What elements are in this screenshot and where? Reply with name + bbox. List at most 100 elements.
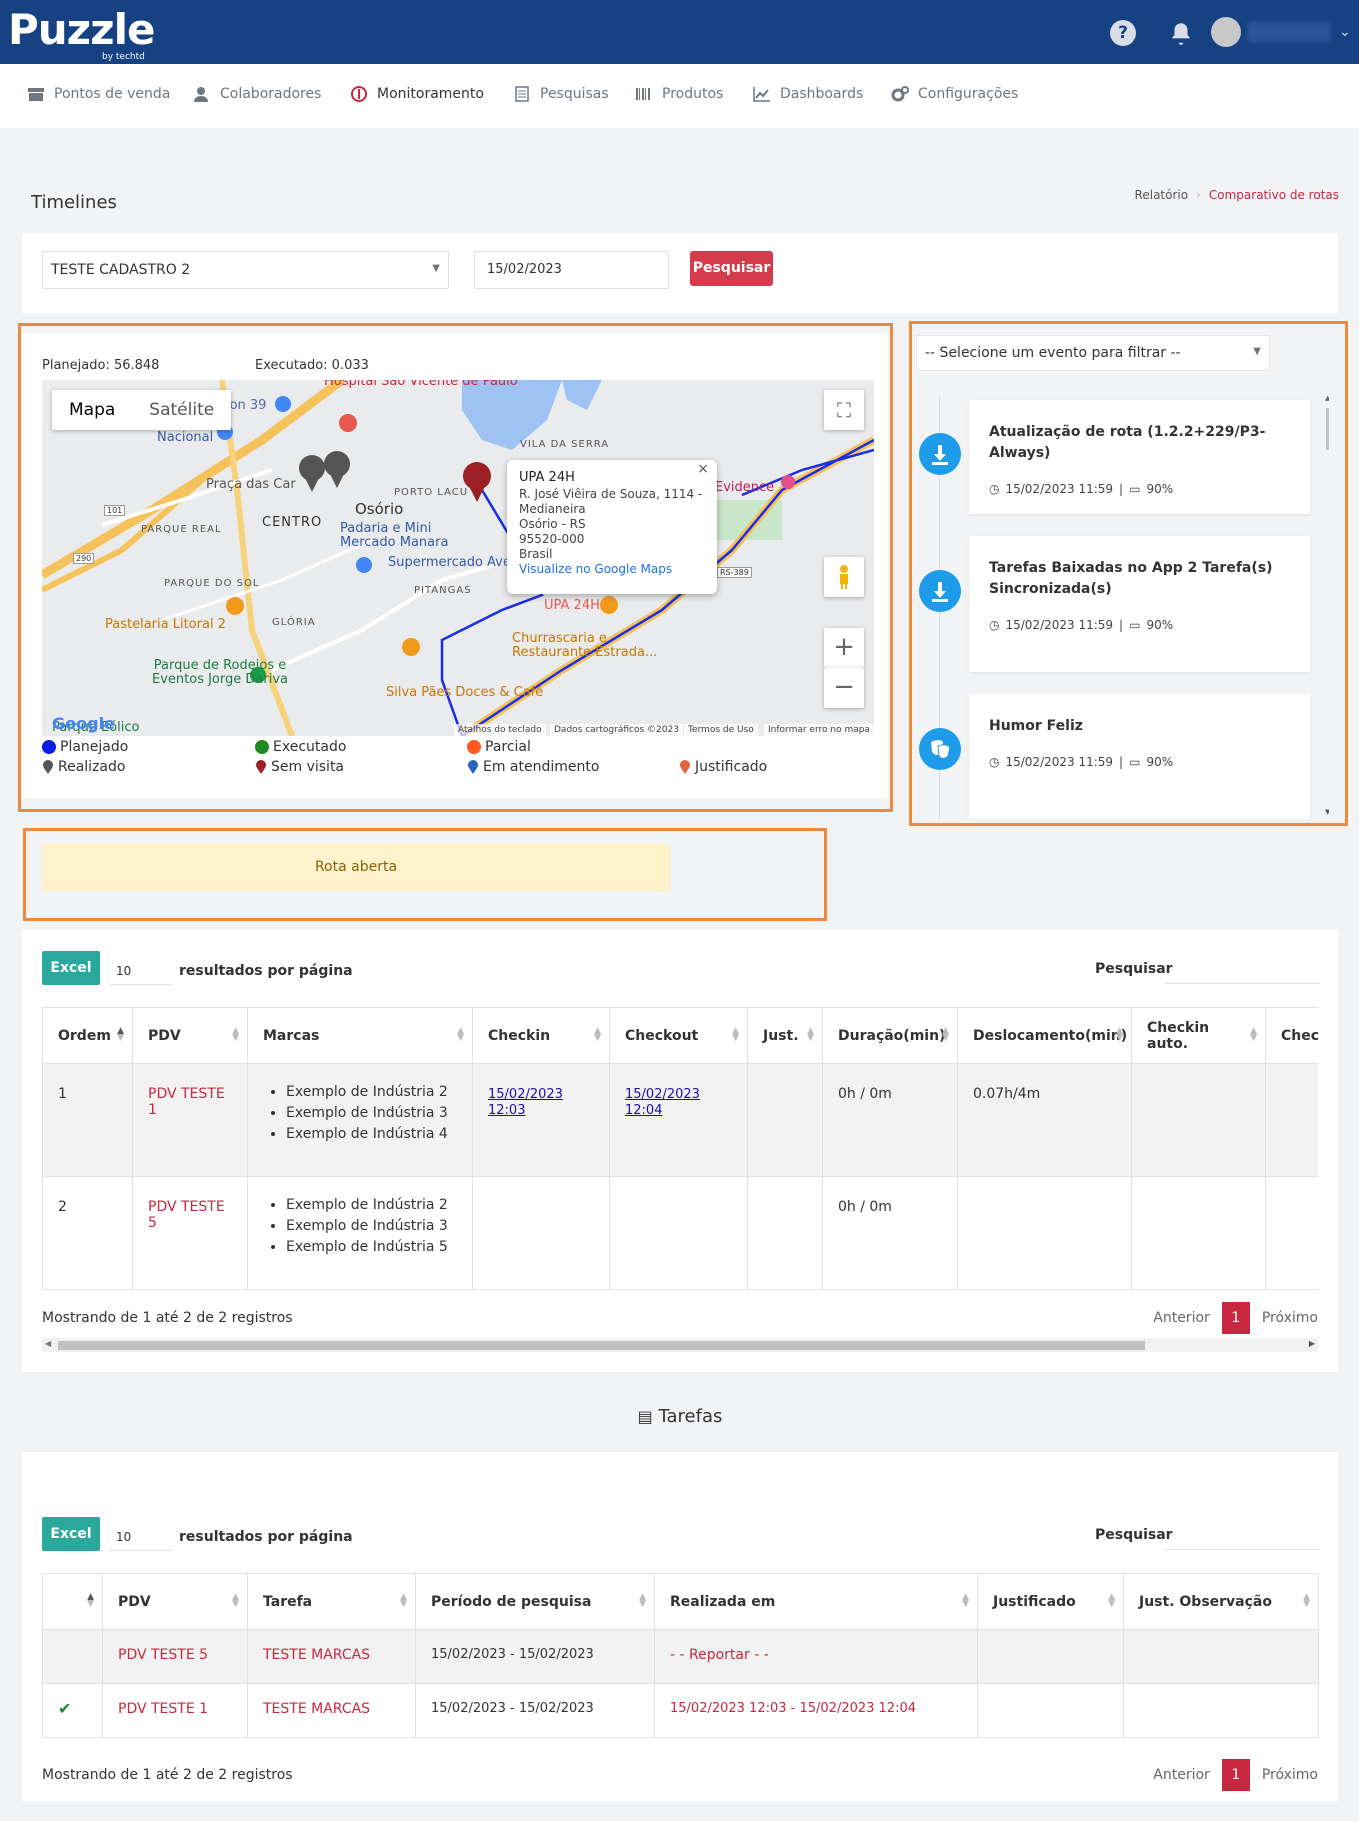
cell-checkin: 15/02/2023 12:03 — [472, 1063, 610, 1177]
col-header-checkin[interactable]: Checkin ▲ ▼ — [472, 1007, 610, 1064]
table-row: 1 PDV TESTE 1 Exemplo de Indústria 2 Exe… — [42, 1063, 1318, 1177]
col-header-justificado[interactable]: Justificado ▲ ▼ — [977, 1573, 1124, 1630]
checkin-link[interactable]: 15/02/2023 12:03 — [488, 1087, 563, 1118]
tasks-section-header: ▤ Tarefas — [22, 1392, 1338, 1452]
checkout-link[interactable]: 15/02/2023 12:04 — [625, 1087, 700, 1118]
col-header-check[interactable]: Check — [1265, 1007, 1318, 1064]
cell-realizada[interactable]: - - Reportar - - — [654, 1629, 978, 1684]
excel-export-button[interactable]: Excel — [42, 951, 100, 985]
nav-label: Pontos de venda — [54, 86, 171, 102]
cell-pdv[interactable]: PDV TESTE 1 — [102, 1683, 248, 1738]
search-input[interactable] — [1165, 1520, 1320, 1550]
search-button[interactable]: Pesquisar — [690, 251, 773, 286]
sort-icon: ▲ ▼ — [1303, 1592, 1310, 1609]
nav-label: Configurações — [918, 86, 1019, 102]
cell-pdv[interactable]: PDV TESTE 5 — [132, 1176, 248, 1290]
nav-label: Produtos — [662, 86, 724, 102]
sort-asc-icon: ▲ ▼ — [117, 1026, 124, 1043]
cell-check — [1265, 1176, 1318, 1290]
nav-dashboards[interactable]: Dashboards — [753, 86, 863, 102]
cell-tarefa[interactable]: TESTE MARCAS — [247, 1629, 416, 1684]
user-name-blurred[interactable] — [1247, 22, 1331, 42]
page-length-input[interactable]: 10 — [110, 1521, 172, 1551]
table-info: Mostrando de 1 até 2 de 2 registros — [42, 1767, 293, 1783]
monitor-icon — [351, 86, 367, 102]
nav-produtos[interactable]: Produtos — [635, 86, 723, 102]
date-input[interactable]: 15/02/2023 — [474, 251, 669, 289]
sort-icon: ▲ ▼ — [1108, 1592, 1115, 1609]
col-header-duracao[interactable]: Duração(min) ▲ ▼ — [822, 1007, 958, 1064]
top-bar: Puzzle by techtd ? ⌄ — [0, 0, 1359, 64]
filter-card: TESTE CADASTRO 2 ▼ 15/02/2023 Pesquisar — [22, 233, 1338, 313]
tasks-table-card: Excel 10 resultados por página Pesquisar… — [22, 1452, 1338, 1801]
avatar[interactable] — [1211, 17, 1241, 47]
tasks-title: Tarefas — [658, 1406, 723, 1427]
nav-colaboradores[interactable]: Colaboradores — [193, 86, 321, 102]
caret-down-icon: ▼ — [432, 263, 440, 274]
pagination-previous[interactable]: Anterior — [1153, 1767, 1210, 1783]
col-header-checkout[interactable]: Checkout ▲ ▼ — [609, 1007, 748, 1064]
scroll-left-icon[interactable]: ◀ — [45, 1339, 51, 1348]
cell-pdv[interactable]: PDV TESTE 1 — [132, 1063, 248, 1177]
col-header-label: Duração(min) — [838, 1027, 946, 1044]
nav-configuracoes[interactable]: Configurações — [891, 86, 1018, 102]
nav-monitoramento[interactable]: Monitoramento — [350, 86, 484, 102]
horizontal-scrollbar[interactable]: ◀ ▶ — [42, 1338, 1318, 1352]
main-nav: Pontos de venda Colaboradores Monitorame… — [0, 64, 1359, 128]
cell-checkout — [609, 1176, 748, 1290]
col-header-deslocamento[interactable]: Deslocamento(min) ▲ ▼ — [957, 1007, 1132, 1064]
col-header-pdv[interactable]: PDV ▲ ▼ — [102, 1573, 248, 1630]
scroll-right-icon[interactable]: ▶ — [1309, 1339, 1315, 1348]
search-input[interactable] — [1165, 954, 1320, 984]
col-header-label: Just. Observação — [1139, 1593, 1272, 1610]
bell-icon[interactable] — [1168, 20, 1194, 46]
excel-export-button[interactable]: Excel — [42, 1517, 100, 1551]
help-icon[interactable]: ? — [1110, 20, 1136, 46]
sort-icon: ▲ ▼ — [232, 1026, 239, 1043]
horizontal-scroll-thumb[interactable] — [58, 1341, 1145, 1350]
sort-icon: ▲ ▼ — [807, 1026, 814, 1043]
app-logo[interactable]: Puzzle — [8, 8, 155, 52]
table-row: 2 PDV TESTE 5 Exemplo de Indústria 2 Exe… — [42, 1176, 1318, 1290]
col-header-periodo[interactable]: Período de pesquisa ▲ ▼ — [415, 1573, 655, 1630]
search-label: Pesquisar — [1095, 961, 1173, 977]
marca-item: Exemplo de Indústria 3 — [286, 1216, 457, 1237]
col-header-tarefa[interactable]: Tarefa ▲ ▼ — [247, 1573, 416, 1630]
cell-pdv[interactable]: PDV TESTE 5 — [102, 1629, 248, 1684]
col-header-pdv[interactable]: PDV ▲ ▼ — [132, 1007, 248, 1064]
col-header-just[interactable]: Just. ▲ ▼ — [747, 1007, 823, 1064]
pagination-page[interactable]: 1 — [1221, 1759, 1250, 1791]
breadcrumb-item[interactable]: Relatório — [1135, 188, 1189, 202]
cell-status: ✔ — [42, 1683, 103, 1738]
col-header-ordem[interactable]: Ordem ▲ ▼ — [42, 1007, 133, 1064]
cell-tarefa[interactable]: TESTE MARCAS — [247, 1683, 416, 1738]
cell-duracao: 0h / 0m — [822, 1176, 958, 1290]
cell-realizada[interactable]: 15/02/2023 12:03 - 15/02/2023 12:04 — [654, 1683, 978, 1738]
app-logo-sub: by techtd — [102, 52, 145, 62]
col-header-marcas[interactable]: Marcas ▲ ▼ — [247, 1007, 473, 1064]
chevron-down-icon[interactable]: ⌄ — [1339, 24, 1351, 40]
page-length-input[interactable]: 10 — [110, 955, 172, 985]
table-info: Mostrando de 1 até 2 de 2 registros — [42, 1310, 293, 1326]
pagination-next[interactable]: Próximo — [1262, 1767, 1318, 1783]
route-table: Ordem ▲ ▼ PDV ▲ ▼ Marcas ▲ ▼ Checkin ▲ ▼ Checkou… — [42, 1007, 1318, 1290]
col-header-checkin-auto[interactable]: Checkin auto. ▲ ▼ — [1131, 1007, 1266, 1064]
page-length-label: resultados por página — [179, 963, 353, 979]
cell-deslocamento — [957, 1176, 1132, 1290]
collaborator-select[interactable]: TESTE CADASTRO 2 ▼ — [42, 251, 449, 289]
col-header-observacao[interactable]: Just. Observação ▲ ▼ — [1123, 1573, 1319, 1630]
pagination-page[interactable]: 1 — [1221, 1302, 1250, 1334]
cell-just — [747, 1176, 823, 1290]
cell-status — [42, 1629, 103, 1684]
cell-duracao: 0h / 0m — [822, 1063, 958, 1177]
col-header-realizada[interactable]: Realizada em ▲ ▼ — [654, 1573, 978, 1630]
nav-pontos-de-venda[interactable]: Pontos de venda — [27, 86, 170, 102]
nav-pesquisas[interactable]: Pesquisas — [513, 86, 609, 102]
cell-checkin-auto — [1131, 1176, 1266, 1290]
route-table-card: Excel 10 resultados por página Pesquisar… — [22, 930, 1338, 1372]
col-header-status[interactable]: ▲ ▼ — [42, 1573, 103, 1630]
cell-deslocamento: 0.07h/4m — [957, 1063, 1132, 1177]
cell-observacao — [1123, 1683, 1319, 1738]
pagination-previous[interactable]: Anterior — [1153, 1310, 1210, 1326]
pagination-next[interactable]: Próximo — [1262, 1310, 1318, 1326]
